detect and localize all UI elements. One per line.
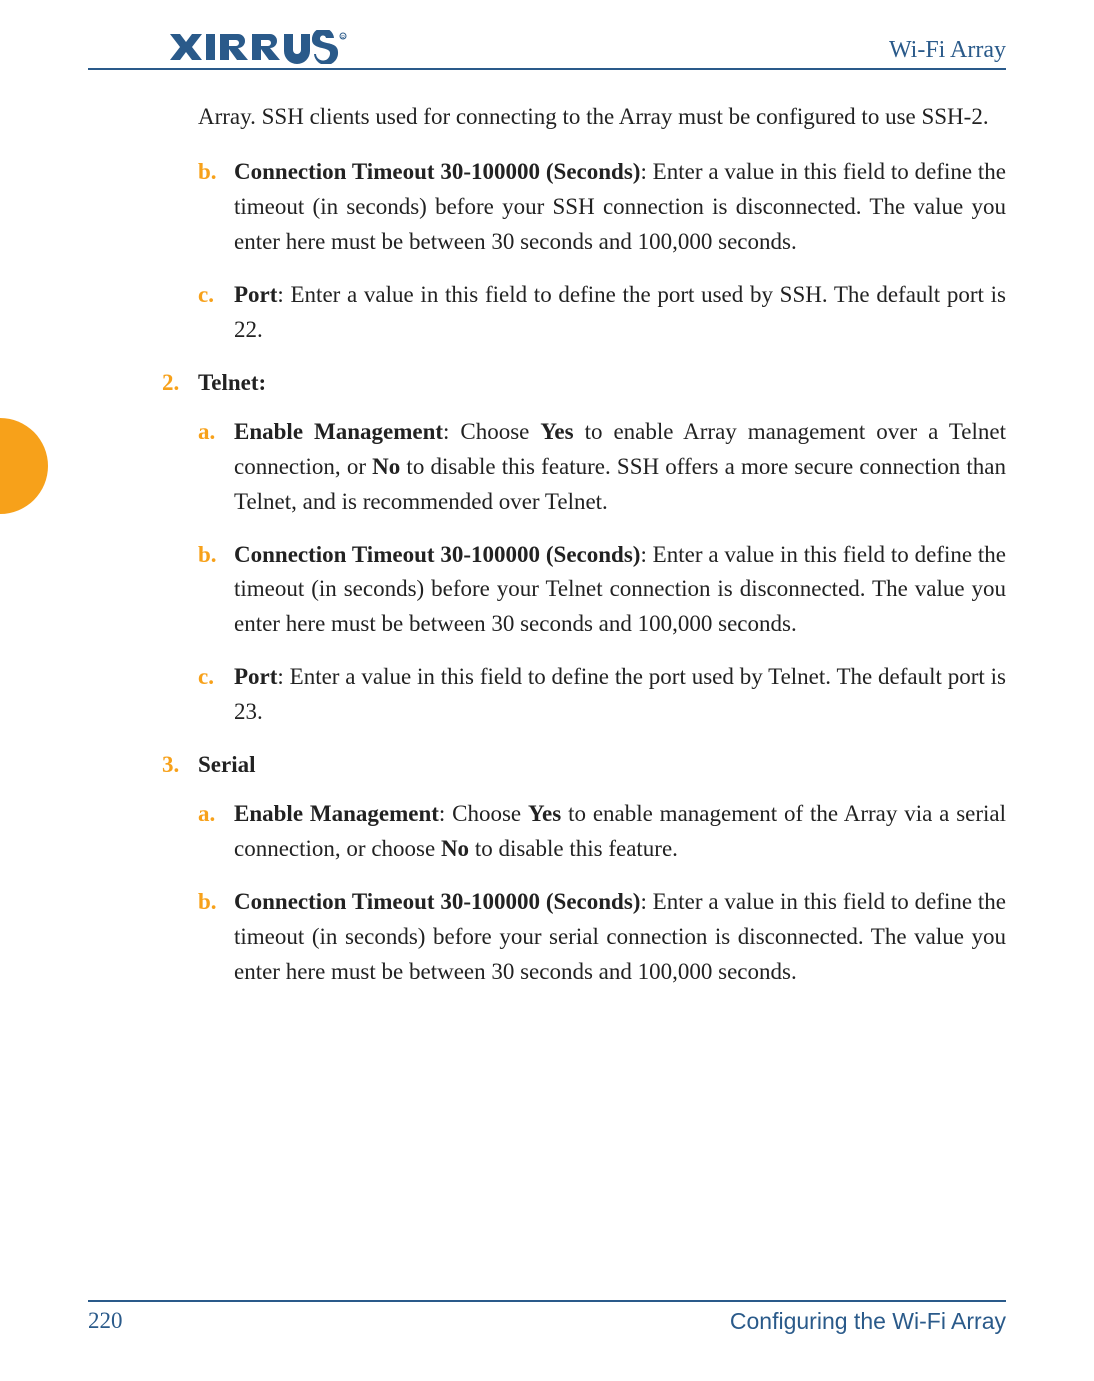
marker-3: 3. [162, 748, 179, 783]
yes-3a: Yes [528, 801, 561, 826]
marker-2a: a. [198, 415, 215, 450]
item-3: 3. Serial [162, 748, 1006, 783]
text-3a-1: : Choose [439, 801, 528, 826]
term-1b: Connection Timeout 30-100000 (Seconds) [234, 159, 640, 184]
yes-2a: Yes [540, 419, 573, 444]
term-2c: Port [234, 664, 277, 689]
marker-2c: c. [198, 660, 214, 695]
term-3a: Enable Management [234, 801, 439, 826]
item-2: 2. Telnet: [162, 366, 1006, 401]
text-3a-3: to disable this feature. [469, 836, 678, 861]
term-2a: Enable Management [234, 419, 443, 444]
item-2a: a. Enable Management: Choose Yes to enab… [198, 415, 1006, 520]
page-number: 220 [88, 1308, 123, 1334]
heading-2: Telnet: [198, 370, 266, 395]
brand-logo: R [168, 30, 348, 64]
page-container: R Wi-Fi Array Array. SSH clients used fo… [0, 0, 1094, 1381]
marker-1c: c. [198, 278, 214, 313]
text-2c: : Enter a value in this field to define … [234, 664, 1006, 724]
item-3b: b. Connection Timeout 30-100000 (Seconds… [198, 885, 1006, 990]
heading-3: Serial [198, 752, 256, 777]
page-header: R Wi-Fi Array [88, 30, 1006, 70]
item-3a: a. Enable Management: Choose Yes to enab… [198, 797, 1006, 867]
header-title: Wi-Fi Array [889, 37, 1006, 64]
marker-3a: a. [198, 797, 215, 832]
text-1c: : Enter a value in this field to define … [234, 282, 1006, 342]
marker-3b: b. [198, 885, 217, 920]
marker-2: 2. [162, 366, 179, 401]
item-1c: c. Port: Enter a value in this field to … [198, 278, 1006, 348]
item-1b: b. Connection Timeout 30-100000 (Seconds… [198, 155, 1006, 260]
term-1c: Port [234, 282, 277, 307]
footer-section-title: Configuring the Wi-Fi Array [730, 1308, 1006, 1335]
item-2b: b. Connection Timeout 30-100000 (Seconds… [198, 538, 1006, 643]
term-2b: Connection Timeout 30-100000 (Seconds) [234, 542, 640, 567]
svg-text:R: R [341, 35, 345, 41]
side-tab-marker [0, 418, 48, 514]
body-content: Array. SSH clients used for connecting t… [198, 100, 1006, 990]
xirrus-logo-icon: R [168, 30, 348, 64]
marker-1b: b. [198, 155, 217, 190]
page-footer: 220 Configuring the Wi-Fi Array [88, 1300, 1006, 1335]
intro-continuation: Array. SSH clients used for connecting t… [198, 100, 1006, 135]
no-3a: No [441, 836, 469, 861]
marker-2b: b. [198, 538, 217, 573]
text-2a-1: : Choose [443, 419, 540, 444]
item-2c: c. Port: Enter a value in this field to … [198, 660, 1006, 730]
no-2a: No [372, 454, 400, 479]
term-3b: Connection Timeout 30-100000 (Seconds) [234, 889, 640, 914]
